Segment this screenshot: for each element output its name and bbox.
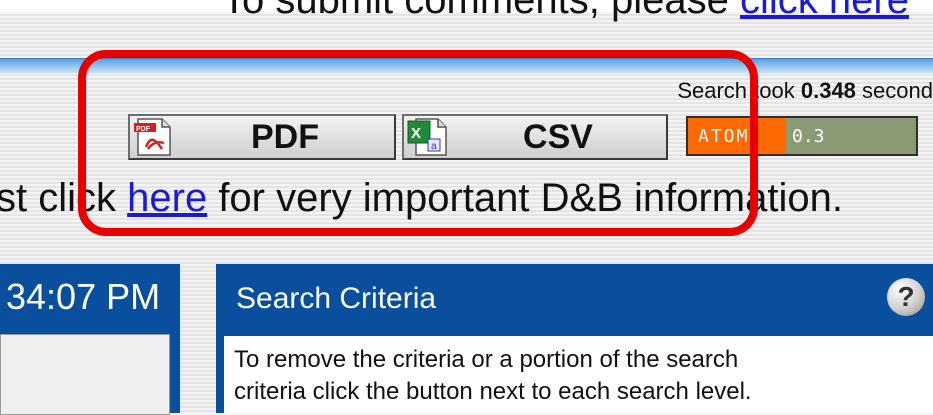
submit-comments-text: To submit comments, please (222, 0, 729, 22)
help-icon[interactable]: ? (887, 278, 925, 316)
search-criteria-panel: Search Criteria ? To remove the criteria… (216, 264, 933, 413)
criteria-line-1: To remove the criteria or a portion of t… (234, 346, 739, 373)
search-time-suffix: second (862, 78, 933, 103)
submit-comments-link[interactable]: click here (740, 0, 909, 22)
search-criteria-instructions: To remove the criteria or a portion of t… (234, 344, 924, 408)
time-panel-content (0, 334, 170, 415)
submit-comments-line: To submit comments, please click here (222, 0, 909, 23)
highlight-annotation (78, 50, 758, 236)
criteria-line-2: criteria click the button next to each s… (234, 378, 752, 405)
atom-badge-version: 0.3 (786, 118, 916, 154)
search-criteria-title: Search Criteria (236, 282, 437, 315)
search-criteria-body: To remove the criteria or a portion of t… (224, 336, 933, 413)
time-panel: 34:07 PM (0, 264, 180, 415)
search-time-value: 0.348 (800, 78, 856, 103)
time-display: 34:07 PM (6, 276, 161, 317)
